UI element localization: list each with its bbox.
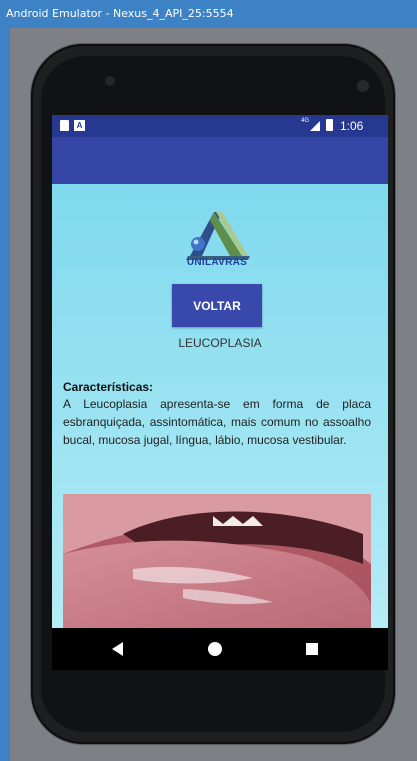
- home-icon[interactable]: [208, 642, 222, 656]
- camera-icon: [357, 80, 369, 92]
- sd-card-icon: [60, 120, 69, 131]
- battery-icon: [326, 119, 333, 131]
- voltar-button[interactable]: VOLTAR: [172, 284, 262, 327]
- app-content: UNILAVRAS VOLTAR LEUCOPLASIA Característ…: [52, 184, 388, 628]
- status-time: 1:06: [340, 119, 364, 133]
- mouth-photo-image: [63, 494, 371, 628]
- signal-icon: [310, 121, 320, 131]
- app-bar: [52, 137, 388, 184]
- status-bar: A 4G 1:06: [52, 115, 388, 137]
- characteristics-label: Características:: [63, 380, 154, 394]
- window-title-bar: Android Emulator - Nexus_4_API_25:5554: [0, 0, 417, 28]
- device-screen: A 4G 1:06 UNILAVRAS VOLTAR LEUCOPLASIA C…: [52, 115, 388, 670]
- speaker-icon: [105, 76, 115, 86]
- back-icon[interactable]: [112, 642, 123, 656]
- notification-a-icon: A: [74, 120, 85, 131]
- leucoplasia-photo: [63, 494, 371, 628]
- navigation-bar: [52, 628, 388, 670]
- window-title: Android Emulator - Nexus_4_API_25:5554: [6, 7, 234, 20]
- characteristics-text: A Leucoplasia apresenta-se em forma de p…: [63, 397, 371, 447]
- logo-text: UNILAVRAS: [186, 257, 248, 268]
- page-title: LEUCOPLASIA: [178, 336, 262, 350]
- unilavras-logo: UNILAVRAS: [172, 204, 262, 272]
- recents-icon[interactable]: [306, 643, 318, 655]
- logo-mark-icon: [186, 212, 250, 260]
- window-left-border: [0, 28, 10, 761]
- network-type-label: 4G: [301, 118, 310, 124]
